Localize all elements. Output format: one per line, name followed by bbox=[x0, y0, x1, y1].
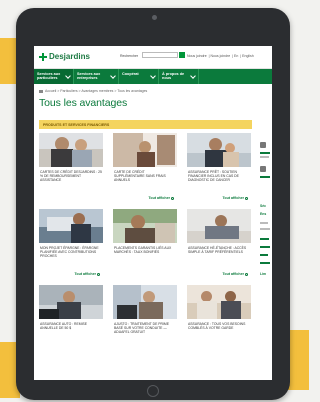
utility-links: Nous joindre | Nous joindre | En | Engli… bbox=[187, 54, 254, 58]
nav-item-label: Coopérat bbox=[122, 72, 139, 76]
benefit-card[interactable]: ASSURANCE HÉ-ÉTANCHE : ACCÈS SIMPLE À TA… bbox=[187, 209, 251, 281]
logo-text: Desjardins bbox=[49, 52, 90, 61]
benefit-card[interactable]: CARTE DE CRÉDIT SUPPLÉMENTAIRE SANS FRAI… bbox=[113, 133, 177, 205]
card-photo bbox=[39, 209, 103, 243]
sidebar-label[interactable]: Lim bbox=[260, 272, 266, 276]
card-photo bbox=[187, 133, 251, 167]
page-title: Tous les avantages bbox=[39, 97, 128, 109]
document-icon[interactable] bbox=[260, 142, 266, 148]
sidebar-label[interactable]: Séc bbox=[260, 204, 266, 208]
util-link[interactable]: Nous joindre bbox=[187, 54, 207, 58]
card-photo bbox=[187, 285, 251, 319]
camera-icon bbox=[152, 15, 157, 20]
tablet-screen: Desjardins Rechercher Nous joindre | Nou… bbox=[34, 46, 272, 380]
card-caption: ASSURANCE AUTO : REMISE ANNUELLE DE 50 $ bbox=[40, 322, 88, 331]
benefit-card[interactable]: PLACEMENTS GARANTIS LIÉS AUX MARCHÉS : T… bbox=[113, 209, 177, 281]
section-header-label: PRODUITS ET SERVICES FINANCIERS bbox=[43, 122, 110, 127]
nav-item-entreprises[interactable]: Services aux entreprises bbox=[74, 69, 119, 84]
calculator-icon[interactable] bbox=[260, 166, 266, 172]
card-caption: PLACEMENTS GARANTIS LIÉS AUX MARCHÉS : T… bbox=[114, 246, 172, 255]
card-caption: AJUSTO : TRAITEMENT DE PRIME BASÉ SUR VO… bbox=[114, 322, 170, 335]
card-photo bbox=[113, 133, 177, 167]
arrow-circle-icon bbox=[171, 196, 174, 200]
card-caption: ASSURANCE HÉ-ÉTANCHE : ACCÈS SIMPLE À TA… bbox=[188, 246, 247, 255]
card-photo bbox=[39, 133, 103, 167]
search-icon[interactable] bbox=[179, 52, 185, 58]
home-button[interactable] bbox=[147, 385, 159, 397]
search-input[interactable] bbox=[142, 52, 178, 58]
arrow-circle-icon bbox=[97, 272, 100, 276]
chevron-down-icon bbox=[65, 73, 71, 79]
desjardins-logo[interactable]: Desjardins bbox=[39, 52, 90, 61]
card-caption: ASSURANCE : TOUS VOS BESOINS COMBLÉS À V… bbox=[188, 322, 246, 331]
see-all-label: Tout afficher bbox=[222, 272, 245, 276]
util-link[interactable]: En bbox=[234, 54, 238, 58]
sidebar-label[interactable]: Ens bbox=[260, 212, 266, 216]
chevron-down-icon bbox=[110, 73, 116, 79]
card-caption: CARTES DE CRÉDIT DESJARDINS : 25 % DE RE… bbox=[40, 170, 102, 183]
see-all-link[interactable]: Tout afficher bbox=[222, 272, 248, 276]
benefit-card[interactable]: CARTES DE CRÉDIT DESJARDINS : 25 % DE RE… bbox=[39, 133, 103, 205]
see-all-link[interactable]: Tout afficher bbox=[148, 196, 174, 200]
benefit-card[interactable]: MON PROJET ÉPARGNE : ÉPARGNE PLANIFIÉE A… bbox=[39, 209, 103, 281]
logo-cross-icon bbox=[39, 52, 47, 61]
card-caption: CARTE DE CRÉDIT SUPPLÉMENTAIRE SANS FRAI… bbox=[114, 170, 166, 183]
tablet-frame: Desjardins Rechercher Nous joindre | Nou… bbox=[16, 8, 290, 400]
arrow-circle-icon bbox=[245, 272, 248, 276]
chevron-down-icon bbox=[150, 73, 156, 79]
benefit-card[interactable]: AJUSTO : TRAITEMENT DE PRIME BASÉ SUR VO… bbox=[113, 285, 177, 357]
see-all-link[interactable]: Tout afficher bbox=[74, 272, 100, 276]
see-all-label: Tout afficher bbox=[222, 196, 245, 200]
arrow-circle-icon bbox=[245, 196, 248, 200]
right-sidebar: Séc Ens Lim bbox=[258, 142, 272, 292]
main-nav: Services aux particuliers Services aux e… bbox=[34, 69, 272, 84]
card-photo bbox=[39, 285, 103, 319]
see-all-label: Tout afficher bbox=[148, 196, 171, 200]
nav-item-label: Services aux particuliers bbox=[37, 72, 61, 81]
breadcrumb: Accueil > Particuliers > Avantages membr… bbox=[39, 89, 147, 93]
see-all-label: Tout afficher bbox=[74, 272, 97, 276]
card-caption: MON PROJET ÉPARGNE : ÉPARGNE PLANIFIÉE A… bbox=[40, 246, 99, 259]
nav-item-a-propos[interactable]: À propos de nous bbox=[159, 69, 199, 84]
card-photo bbox=[187, 209, 251, 243]
nav-item-particuliers[interactable]: Services aux particuliers bbox=[34, 69, 74, 84]
benefit-card[interactable]: ASSURANCE PRÊT : SOUTIEN FINANCIER INCLU… bbox=[187, 133, 251, 205]
section-header: PRODUITS ET SERVICES FINANCIERS bbox=[39, 120, 252, 129]
see-all-link[interactable]: Tout afficher bbox=[222, 196, 248, 200]
card-photo bbox=[113, 209, 177, 243]
search-label: Rechercher bbox=[120, 54, 139, 58]
breadcrumb-text[interactable]: Accueil > Particuliers > Avantages membr… bbox=[45, 89, 147, 93]
nav-item-label: Services aux entreprises bbox=[77, 72, 101, 81]
chevron-down-icon bbox=[190, 73, 196, 79]
nav-item-label: À propos de nous bbox=[162, 72, 185, 81]
site-header: Desjardins Rechercher Nous joindre | Nou… bbox=[34, 46, 272, 69]
nav-item-cooperative[interactable]: Coopérat bbox=[119, 69, 159, 84]
card-caption: ASSURANCE PRÊT : SOUTIEN FINANCIER INCLU… bbox=[188, 170, 239, 183]
benefit-card[interactable]: ASSURANCE : TOUS VOS BESOINS COMBLÉS À V… bbox=[187, 285, 251, 357]
util-link[interactable]: Nous joindre bbox=[211, 54, 231, 58]
benefit-card[interactable]: ASSURANCE AUTO : REMISE ANNUELLE DE 50 $ bbox=[39, 285, 103, 357]
home-icon[interactable] bbox=[39, 89, 43, 93]
card-photo bbox=[113, 285, 177, 319]
util-link[interactable]: English bbox=[242, 54, 253, 58]
